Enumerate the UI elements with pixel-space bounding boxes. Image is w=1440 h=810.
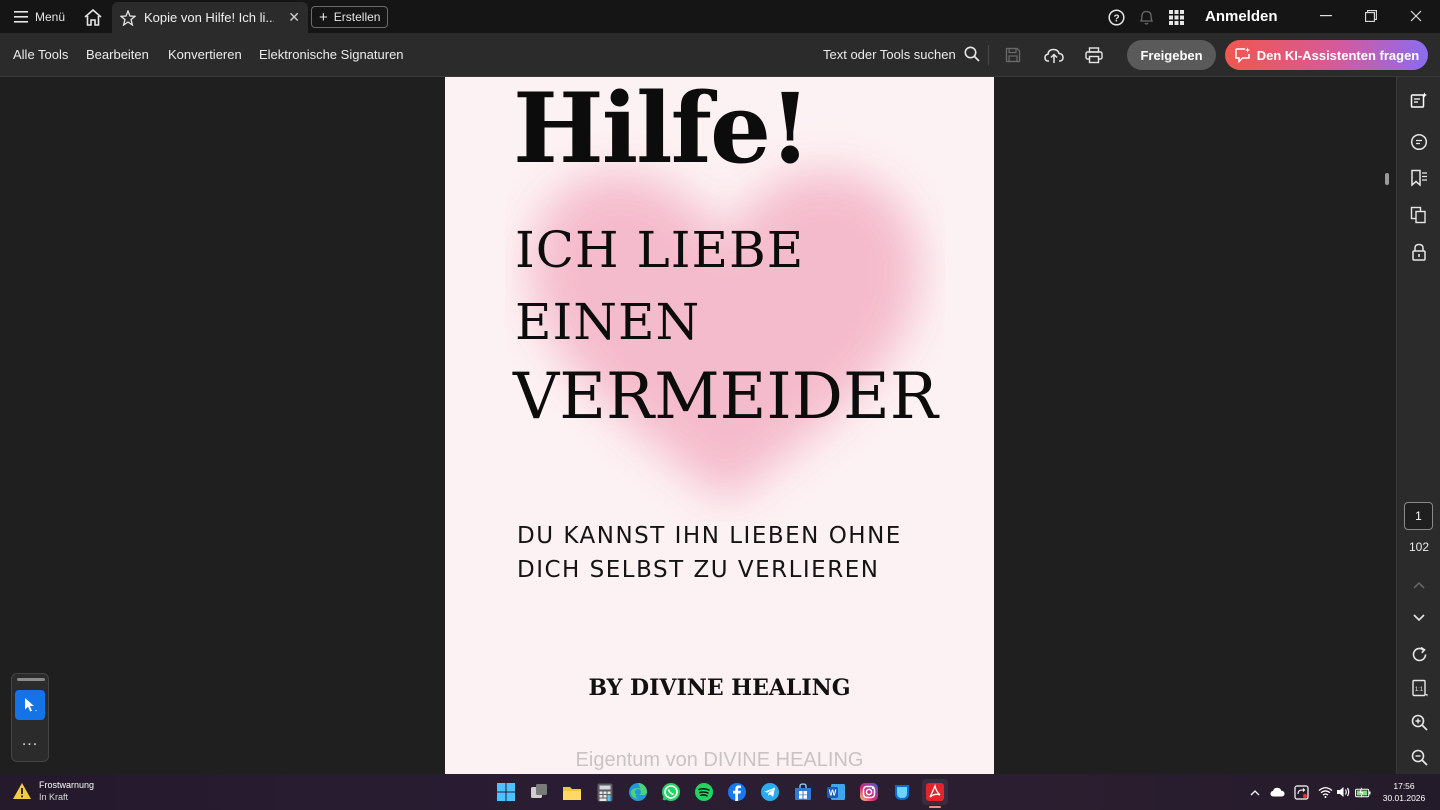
tab-title: Kopie von Hilfe! Ich li... <box>144 10 274 25</box>
zoom-out-icon[interactable] <box>1407 745 1431 769</box>
home-button[interactable] <box>78 4 108 30</box>
task-view-icon[interactable] <box>526 779 552 805</box>
search-icon <box>964 46 980 62</box>
rotate-icon[interactable] <box>1407 642 1431 666</box>
cloud-upload-icon[interactable] <box>1042 44 1066 66</box>
title-bar: Menü Kopie von Hilfe! Ich li... ✕ + Erst… <box>0 0 1440 33</box>
acrobat-icon[interactable] <box>922 779 948 805</box>
cover-tagline-line1: DU KANNST IHN LIEBEN OHNE <box>517 523 902 549</box>
menu-icon <box>14 11 28 23</box>
calculator-icon[interactable] <box>592 779 618 805</box>
pdf-page[interactable]: Hilfe! ICH LIEBE EINEN VERMEIDER DU KANN… <box>445 77 994 774</box>
spotify-icon[interactable] <box>691 779 717 805</box>
chevron-up-icon[interactable] <box>1407 573 1431 597</box>
cover-author: BY DIVINE HEALING <box>588 675 851 701</box>
watermark: Eigentum von DIVINE HEALING <box>575 749 864 771</box>
lock-icon[interactable] <box>1407 240 1431 264</box>
windows-start-icon[interactable] <box>493 779 519 805</box>
close-window-icon[interactable] <box>1396 4 1436 28</box>
current-page-input[interactable]: 1 <box>1404 502 1433 530</box>
weather-status: In Kraft <box>39 792 69 802</box>
search-tools[interactable]: Text oder Tools suchen <box>823 46 980 62</box>
bell-icon[interactable] <box>1135 6 1157 28</box>
nav-e-signatures[interactable]: Elektronische Signaturen <box>259 47 404 62</box>
tray-chevron-up-icon[interactable] <box>1247 784 1263 800</box>
zoom-in-icon[interactable] <box>1407 710 1431 734</box>
signin-button[interactable]: Anmelden <box>1205 8 1278 25</box>
comment-icon[interactable] <box>1407 130 1431 154</box>
taskbar: Frostwarnung In Kraft W 17:56 30.01.2026 <box>0 774 1440 810</box>
svg-text:1:1: 1:1 <box>1414 687 1423 693</box>
print-icon[interactable] <box>1082 44 1106 66</box>
comment-edit-icon[interactable] <box>1407 89 1431 113</box>
ai-chat-icon <box>1234 47 1251 63</box>
clock-date: 30.01.2026 <box>1382 793 1426 803</box>
copilot-icon[interactable] <box>889 779 915 805</box>
weather-widget[interactable]: Frostwarnung In Kraft <box>12 779 94 803</box>
cover-tagline-line2: DICH SELBST ZU VERLIEREN <box>517 557 880 583</box>
menu-label: Menü <box>35 10 66 24</box>
cover-subtitle-line1: ICH LIEBE <box>515 221 805 279</box>
menu-button[interactable]: Menü <box>8 4 71 30</box>
telegram-icon[interactable] <box>757 779 783 805</box>
whatsapp-icon[interactable] <box>658 779 684 805</box>
active-app-indicator <box>929 806 941 808</box>
plus-icon: + <box>319 8 328 26</box>
select-tool-button[interactable] <box>15 690 45 720</box>
create-label: Erstellen <box>333 10 381 24</box>
nav-convert[interactable]: Konvertieren <box>168 47 242 62</box>
file-explorer-icon[interactable] <box>559 779 585 805</box>
scrollbar-thumb[interactable] <box>1385 173 1389 185</box>
volume-icon[interactable] <box>1335 784 1351 800</box>
help-icon[interactable]: ? <box>1105 6 1127 28</box>
svg-text:W: W <box>829 789 837 798</box>
total-pages: 102 <box>1408 540 1430 554</box>
drag-handle[interactable] <box>17 678 45 681</box>
battery-icon[interactable] <box>1355 784 1371 800</box>
fit-page-icon[interactable]: 1:1 <box>1407 676 1431 700</box>
warning-icon <box>12 782 32 800</box>
share-button[interactable]: Freigeben <box>1127 40 1216 70</box>
svg-text:?: ? <box>1113 13 1119 24</box>
more-tools-button[interactable]: ... <box>12 732 48 750</box>
right-rail: 1 102 1:1 <box>1396 77 1440 774</box>
restore-icon[interactable] <box>1351 4 1391 28</box>
minimize-icon[interactable] <box>1306 4 1346 28</box>
tab-document[interactable]: Kopie von Hilfe! Ich li... ✕ <box>112 2 308 33</box>
ai-assistant-label: Den KI-Assistenten fragen <box>1256 47 1420 63</box>
toolbar-divider <box>988 45 989 65</box>
weather-title: Frostwarnung <box>39 780 95 790</box>
store-icon[interactable] <box>790 779 816 805</box>
cover-subtitle-line3: VERMEIDER <box>513 360 938 434</box>
cover-subtitle-line2: EINEN <box>515 293 701 351</box>
onedrive-cloud-icon[interactable] <box>1269 784 1285 800</box>
nav-all-tools[interactable]: Alle Tools <box>13 47 68 62</box>
search-label: Text oder Tools suchen <box>823 46 956 62</box>
sync-icon[interactable] <box>1293 784 1309 800</box>
save-icon[interactable] <box>1001 44 1025 66</box>
home-icon <box>84 8 102 26</box>
cursor-arrow-icon <box>23 697 37 713</box>
edge-icon[interactable] <box>625 779 651 805</box>
ai-assistant-button[interactable]: Den KI-Assistenten fragen <box>1225 40 1428 70</box>
clock-time: 17:56 <box>1393 781 1415 791</box>
bookmark-icon[interactable] <box>1407 166 1431 190</box>
chevron-down-icon[interactable] <box>1407 606 1431 630</box>
floating-tool-panel: ... <box>11 673 49 762</box>
create-button[interactable]: + Erstellen <box>311 6 389 28</box>
system-clock[interactable]: 17:56 30.01.2026 <box>1376 780 1432 804</box>
document-viewport[interactable]: Hilfe! ICH LIEBE EINEN VERMEIDER DU KANN… <box>0 77 1396 774</box>
apps-grid-icon[interactable] <box>1165 6 1187 28</box>
facebook-icon[interactable] <box>724 779 750 805</box>
pages-icon[interactable] <box>1407 203 1431 227</box>
close-icon[interactable]: ✕ <box>288 9 300 26</box>
cover-title: Hilfe! <box>513 77 811 185</box>
nav-edit[interactable]: Bearbeiten <box>86 47 149 62</box>
toolbar: Alle Tools Bearbeiten Konvertieren Elekt… <box>0 33 1440 77</box>
instagram-icon[interactable] <box>856 779 882 805</box>
word-icon[interactable]: W <box>823 779 849 805</box>
star-icon[interactable] <box>120 9 136 26</box>
wifi-icon[interactable] <box>1317 784 1333 800</box>
